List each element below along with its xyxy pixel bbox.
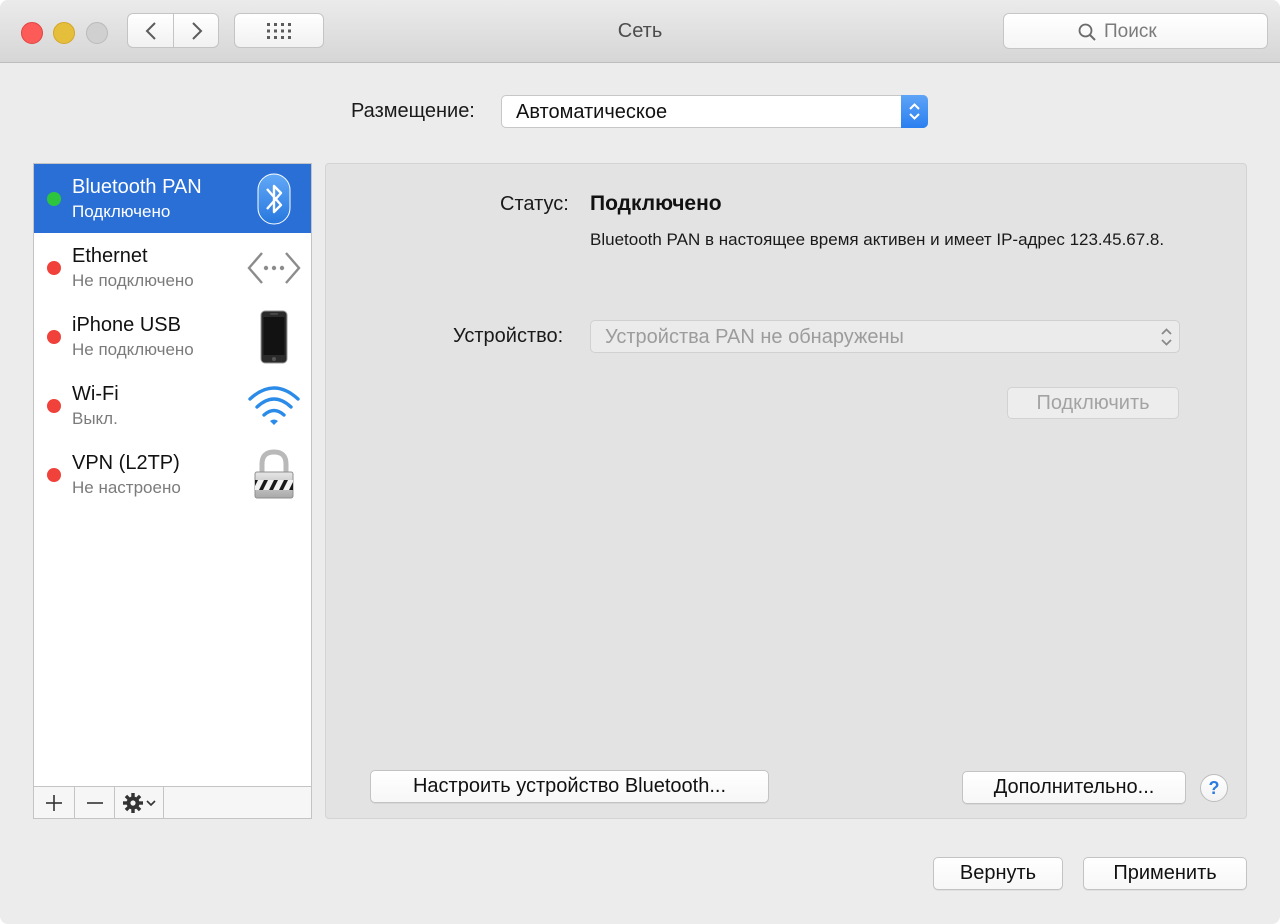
add-service-button[interactable] (34, 787, 75, 818)
service-name: Bluetooth PAN (72, 176, 202, 198)
search-input[interactable] (1102, 20, 1256, 44)
updown-chevron-icon (909, 103, 920, 120)
service-status: Не подключено (72, 271, 194, 290)
location-popup[interactable]: Автоматическое (501, 95, 928, 128)
show-all-button[interactable] (234, 13, 324, 48)
status-indicator (47, 468, 61, 482)
iphone-icon (260, 310, 288, 364)
revert-button[interactable]: Вернуть (933, 857, 1063, 890)
network-preferences-window: Сеть Размещение: Автоматическое Bluetoot… (0, 0, 1280, 924)
service-iphone-usb[interactable]: iPhone USB Не подключено (34, 302, 311, 371)
remove-service-button[interactable] (75, 787, 115, 818)
service-bluetooth-pan[interactable]: Bluetooth PAN Подключено (34, 164, 311, 233)
location-label: Размещение: (351, 100, 475, 122)
grid-icon (267, 22, 291, 39)
service-detail-panel (325, 163, 1247, 819)
service-actions-menu[interactable] (115, 787, 164, 818)
service-status: Не подключено (72, 340, 194, 359)
status-value: Подключено (590, 192, 722, 215)
search-icon (1078, 23, 1096, 41)
status-label: Статус: (500, 193, 569, 215)
service-list-toolbar (34, 786, 311, 818)
status-indicator (47, 399, 61, 413)
service-name: iPhone USB (72, 314, 181, 336)
minimize-window-button[interactable] (53, 22, 75, 44)
device-value: Устройства PAN не обнаружены (605, 326, 904, 348)
service-status: Подключено (72, 202, 171, 221)
updown-chevron-icon (1161, 328, 1172, 346)
gear-icon (123, 792, 143, 813)
network-service-list: Bluetooth PAN Подключено Ethernet Не под… (33, 163, 312, 819)
service-name: VPN (L2TP) (72, 452, 180, 474)
title-bar: Сеть (0, 0, 1280, 63)
back-button[interactable] (128, 14, 173, 47)
bluetooth-icon (257, 173, 291, 225)
wifi-icon (248, 386, 300, 425)
forward-button[interactable] (174, 14, 219, 47)
service-ethernet[interactable]: Ethernet Не подключено (34, 233, 311, 302)
service-vpn-l2tp[interactable]: VPN (L2TP) Не настроено (34, 440, 311, 509)
service-status: Выкл. (72, 409, 118, 428)
search-field[interactable] (1003, 13, 1268, 49)
apply-button[interactable]: Применить (1083, 857, 1247, 890)
status-description: Bluetooth PAN в настоящее время активен … (590, 230, 1165, 249)
close-window-button[interactable] (21, 22, 43, 44)
service-status: Не настроено (72, 478, 181, 497)
connect-button[interactable]: Подключить (1007, 387, 1179, 419)
chevron-left-icon (145, 21, 156, 40)
navigation-buttons (127, 13, 219, 48)
ethernet-icon (247, 252, 301, 284)
zoom-window-button[interactable] (86, 22, 108, 44)
device-popup[interactable]: Устройства PAN не обнаружены (590, 320, 1180, 353)
setup-bluetooth-device-button[interactable]: Настроить устройство Bluetooth... (370, 770, 769, 803)
location-popup-arrows (901, 95, 928, 128)
service-name: Ethernet (72, 245, 148, 267)
location-value: Автоматическое (516, 101, 668, 123)
help-button[interactable]: ? (1200, 774, 1228, 802)
status-indicator (47, 330, 61, 344)
service-wifi[interactable]: Wi-Fi Выкл. (34, 371, 311, 440)
service-name: Wi-Fi (72, 383, 119, 405)
device-label: Устройство: (453, 325, 564, 347)
plus-icon (46, 794, 62, 811)
chevron-right-icon (191, 21, 202, 40)
advanced-button[interactable]: Дополнительно... (962, 771, 1186, 804)
minus-icon (86, 801, 103, 804)
status-indicator (47, 192, 61, 206)
vpn-lock-icon (254, 449, 294, 499)
window-title: Сеть (617, 20, 663, 42)
chevron-down-icon (146, 799, 156, 806)
status-indicator (47, 261, 61, 275)
